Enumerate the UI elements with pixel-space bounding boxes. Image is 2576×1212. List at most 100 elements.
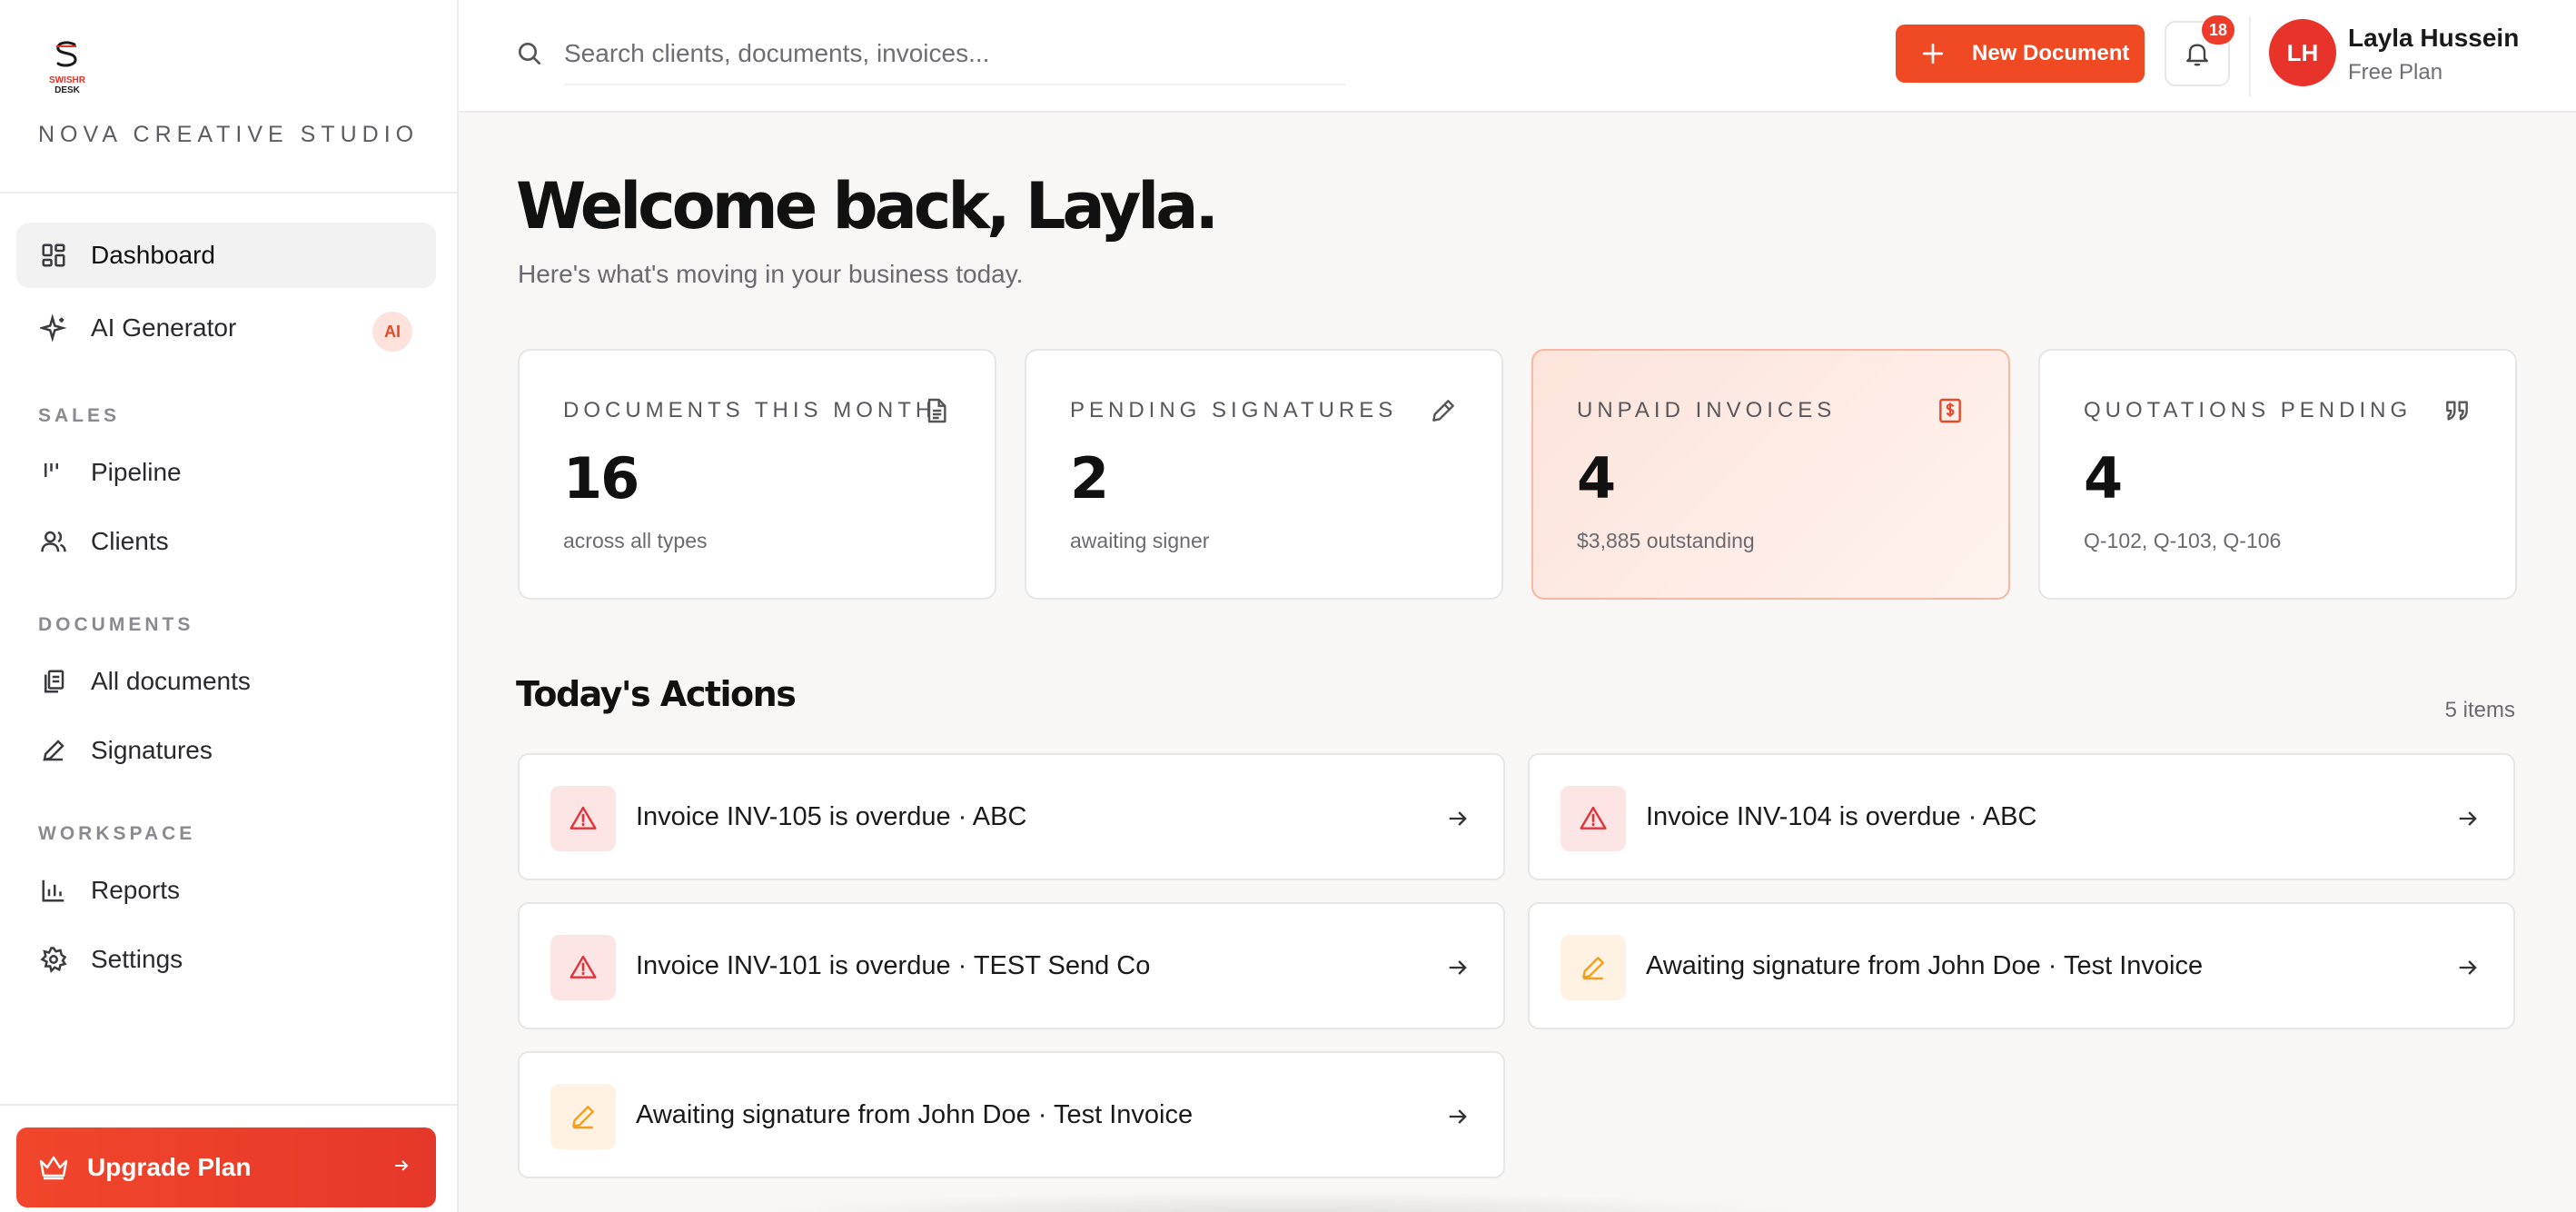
- sidebar-item-ai-generator[interactable]: AI Generator AI: [16, 295, 436, 361]
- sidebar-item-all-documents[interactable]: All documents: [16, 649, 436, 714]
- sidebar: SWISHR DESK NOVA CREATIVE STUDIO Dashboa…: [0, 0, 459, 1212]
- action-text: Invoice INV-101 is overdue · TEST Send C…: [636, 951, 1151, 980]
- action-item[interactable]: Awaiting signature from John Doe · Test …: [518, 1051, 1505, 1178]
- pipeline-icon: [38, 457, 69, 488]
- action-item[interactable]: Invoice INV-104 is overdue · ABC: [1528, 753, 2515, 880]
- alert-icon-box: [1560, 786, 1626, 851]
- sign-icon-box: [550, 1084, 616, 1149]
- sidebar-item-reports[interactable]: Reports: [16, 858, 436, 923]
- stat-card-unpaid-invoices[interactable]: UNPAID INVOICES 4 $3,885 outstanding: [1531, 349, 2010, 600]
- warning-triangle-icon: [1580, 806, 1607, 830]
- action-item[interactable]: Invoice INV-101 is overdue · TEST Send C…: [518, 902, 1505, 1029]
- arrow-right-icon: [2459, 811, 2477, 826]
- crown-icon: [39, 1156, 68, 1180]
- arrow-right-icon: [1449, 811, 1467, 826]
- notification-count-badge: 18: [2202, 15, 2234, 45]
- stat-value: 4: [1577, 445, 1616, 512]
- stat-value: 4: [2084, 445, 2123, 512]
- sidebar-item-label: Settings: [91, 945, 183, 973]
- bar-chart-icon: [38, 875, 69, 906]
- stat-value: 2: [1070, 445, 1109, 512]
- upgrade-plan-label: Upgrade Plan: [87, 1153, 252, 1181]
- quote-icon: [2446, 401, 2468, 421]
- stat-note: Q-102, Q-103, Q-106: [2084, 529, 2282, 552]
- stat-card-documents[interactable]: DOCUMENTS THIS MONTH 16 across all types: [518, 349, 996, 600]
- sidebar-item-clients[interactable]: Clients: [16, 509, 436, 574]
- actions-section-title: Today's Actions: [516, 674, 797, 714]
- sidebar-item-settings[interactable]: Settings: [16, 927, 436, 992]
- warning-triangle-icon: [570, 806, 597, 830]
- stat-card-signatures[interactable]: PENDING SIGNATURES 2 awaiting signer: [1025, 349, 1503, 600]
- section-label-sales: SALES: [38, 405, 121, 426]
- stat-card-quotations[interactable]: QUOTATIONS PENDING 4 Q-102, Q-103, Q-106: [2038, 349, 2517, 600]
- sidebar-item-pipeline[interactable]: Pipeline: [16, 440, 436, 505]
- sparkle-icon: [38, 313, 69, 343]
- alert-icon-box: [550, 935, 616, 1000]
- topbar: New Document 18 LH Layla Hussein Free Pl…: [459, 0, 2576, 113]
- search-icon: [519, 43, 540, 65]
- sidebar-divider: [0, 192, 459, 194]
- new-document-button[interactable]: New Document: [1896, 25, 2145, 83]
- actions-count: 5 items: [2444, 698, 2515, 722]
- pen-icon: [572, 1106, 594, 1129]
- sidebar-item-label: Dashboard: [91, 241, 215, 269]
- action-text: Awaiting signature from John Doe · Test …: [1646, 951, 2204, 980]
- arrow-right-icon: [1449, 960, 1467, 975]
- action-text: Awaiting signature from John Doe · Test …: [636, 1100, 1194, 1129]
- sidebar-item-label: Reports: [91, 876, 181, 904]
- sidebar-bottom-divider: [0, 1104, 459, 1106]
- sidebar-item-label: All documents: [91, 667, 251, 695]
- action-text: Invoice INV-104 is overdue · ABC: [1646, 802, 2037, 831]
- sidebar-item-signatures[interactable]: Signatures: [16, 718, 436, 783]
- brand-logo[interactable]: SWISHR DESK: [36, 36, 98, 98]
- stat-value: 16: [563, 445, 639, 512]
- sidebar-item-dashboard[interactable]: Dashboard: [16, 223, 436, 288]
- user-name[interactable]: Layla Hussein: [2348, 24, 2519, 53]
- alert-icon-box: [550, 786, 616, 851]
- section-label-workspace: WORKSPACE: [38, 823, 196, 844]
- dashboard-grid-icon: [38, 240, 69, 271]
- stat-label: PENDING SIGNATURES: [1070, 398, 1398, 422]
- ai-badge: AI: [372, 312, 412, 352]
- sidebar-item-label: Signatures: [91, 736, 213, 764]
- stat-label: DOCUMENTS THIS MONTH: [563, 398, 936, 422]
- upgrade-plan-button[interactable]: Upgrade Plan: [16, 1128, 436, 1207]
- sidebar-item-label: Pipeline: [91, 458, 182, 486]
- page-subtitle: Here's what's moving in your business to…: [518, 260, 1024, 288]
- user-divider: [2249, 16, 2251, 96]
- arrow-right-icon: [395, 1160, 409, 1171]
- action-item[interactable]: Awaiting signature from John Doe · Test …: [1528, 902, 2515, 1029]
- logo-mark-icon: [56, 41, 77, 67]
- stat-note: awaiting signer: [1070, 529, 1210, 552]
- arrow-right-icon: [1449, 1109, 1467, 1124]
- avatar[interactable]: LH: [2269, 19, 2336, 86]
- sidebar-item-label: Clients: [91, 527, 169, 555]
- dollar-receipt-icon: [1939, 398, 1961, 423]
- gear-icon: [38, 944, 69, 975]
- users-icon: [38, 526, 69, 557]
- logo-text: SWISHR DESK: [49, 75, 85, 95]
- sign-icon-box: [1560, 935, 1626, 1000]
- page-title: Welcome back, Layla.: [516, 169, 1219, 243]
- user-plan: Free Plan: [2348, 60, 2443, 84]
- stat-note: across all types: [563, 529, 708, 552]
- stat-label: UNPAID INVOICES: [1577, 398, 1837, 422]
- warning-triangle-icon: [570, 955, 597, 979]
- sidebar-item-label: AI Generator: [91, 313, 237, 342]
- new-document-label: New Document: [1972, 41, 2130, 65]
- section-label-documents: DOCUMENTS: [38, 614, 194, 635]
- studio-name: NOVA CREATIVE STUDIO: [38, 122, 420, 147]
- arrow-right-icon: [2459, 960, 2477, 975]
- action-item[interactable]: Invoice INV-105 is overdue · ABC: [518, 753, 1505, 880]
- stat-label: QUOTATIONS PENDING: [2084, 398, 2413, 422]
- action-text: Invoice INV-105 is overdue · ABC: [636, 802, 1027, 831]
- search-input[interactable]: [564, 24, 1345, 85]
- document-icon: [927, 398, 946, 423]
- documents-stack-icon: [38, 666, 69, 697]
- plus-icon: [1922, 43, 1944, 65]
- bottom-shadow: [745, 1190, 1817, 1212]
- pen-icon: [38, 735, 69, 766]
- bell-icon: [2186, 44, 2208, 66]
- pen-icon: [1582, 957, 1604, 980]
- pen-icon: [1432, 400, 1454, 422]
